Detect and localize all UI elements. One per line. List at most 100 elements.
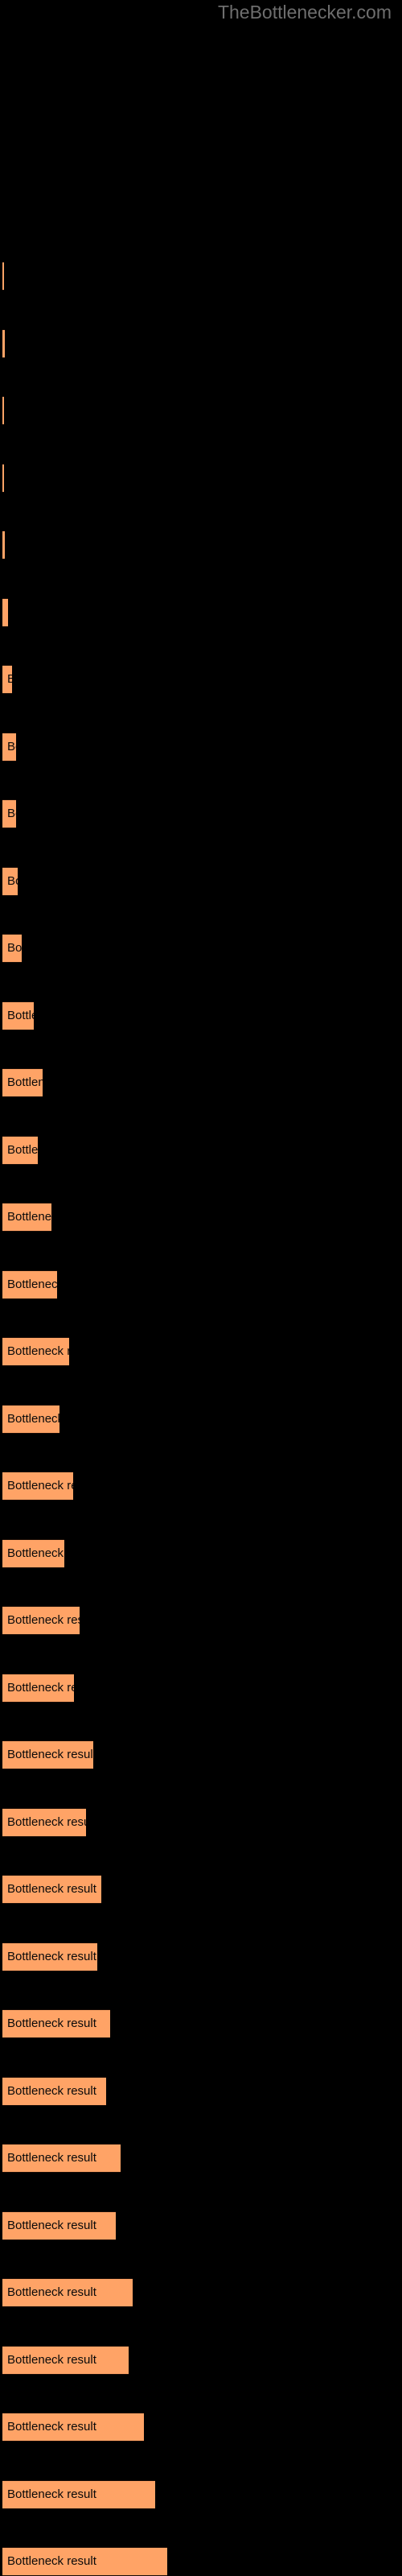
- bar-segment[interactable]: Bottleneck result: [2, 1068, 43, 1097]
- bar-row: Bottleneck result: [0, 1808, 402, 1837]
- bar-segment[interactable]: Bottleneck result: [2, 1136, 38, 1165]
- bar-row: Bottleneck result: [0, 1203, 402, 1232]
- bar-row: Bottleneck result: [0, 262, 402, 291]
- bar-segment[interactable]: Bottleneck result: [2, 1337, 69, 1366]
- bar-label: Bottleneck result: [7, 941, 22, 955]
- bar-segment[interactable]: Bottleneck result: [2, 799, 16, 828]
- bar-label: Bottleneck result: [7, 874, 18, 888]
- bar-row: Bottleneck result: [0, 2144, 402, 2173]
- bar-row: Bottleneck result: [0, 2211, 402, 2240]
- bar-segment[interactable]: Bottleneck result: [2, 2547, 167, 2576]
- bar-segment[interactable]: Bottleneck result: [2, 2144, 121, 2173]
- bar-segment[interactable]: Bottleneck result: [2, 1606, 80, 1635]
- bar-label: Bottleneck result: [7, 1681, 74, 1695]
- bar-row: Bottleneck result: [0, 1405, 402, 1434]
- bar-row: Bottleneck result: [0, 1606, 402, 1635]
- bar-label: Bottleneck result: [7, 1815, 86, 1829]
- bar-segment[interactable]: Bottleneck result: [2, 1405, 59, 1434]
- bar-segment[interactable]: Bottleneck result: [2, 1740, 93, 1769]
- bar-label: Bottleneck result: [7, 2420, 96, 2434]
- bar-row: Bottleneck result: [0, 1740, 402, 1769]
- bar-label: Bottleneck result: [7, 2084, 96, 2098]
- bar-row: Bottleneck result: [0, 1270, 402, 1299]
- bar-segment[interactable]: Bottleneck result: [2, 2413, 144, 2442]
- bar-segment[interactable]: Bottleneck result: [2, 1270, 57, 1299]
- bar-segment[interactable]: Bottleneck result: [2, 2009, 110, 2038]
- bar-row: Bottleneck result: [0, 2547, 402, 2576]
- bar-row: Bottleneck result: [0, 2278, 402, 2307]
- bar-row: Bottleneck result: [0, 1068, 402, 1097]
- bar-segment[interactable]: Bottleneck result: [2, 530, 5, 559]
- bar-row: Bottleneck result: [0, 1337, 402, 1366]
- bar-row: Bottleneck result: [0, 2077, 402, 2106]
- bar-label: Bottleneck result: [7, 807, 16, 820]
- bar-segment[interactable]: Bottleneck result: [2, 1942, 97, 1971]
- bar-label: Bottleneck result: [7, 1546, 64, 1560]
- bar-segment[interactable]: Bottleneck result: [2, 464, 4, 493]
- bar-segment[interactable]: Bottleneck result: [2, 1472, 73, 1501]
- bar-label: Bottleneck result: [7, 1210, 51, 1224]
- bar-row: Bottleneck result: [0, 1674, 402, 1703]
- bar-segment[interactable]: Bottleneck result: [2, 2480, 155, 2509]
- bar-row: Bottleneck result: [0, 329, 402, 358]
- bar-segment[interactable]: Bottleneck result: [2, 1539, 64, 1568]
- bar-segment[interactable]: Bottleneck result: [2, 1808, 86, 1837]
- bar-segment[interactable]: Bottleneck result: [2, 598, 8, 627]
- bar-segment[interactable]: Bottleneck result: [2, 867, 18, 896]
- bar-segment[interactable]: Bottleneck result: [2, 1674, 74, 1703]
- bar-label: Bottleneck result: [7, 2219, 96, 2232]
- bar-segment[interactable]: Bottleneck result: [2, 1203, 51, 1232]
- horizontal-bar-chart: Bottleneck result Bottleneck result Bottle…: [0, 0, 402, 2576]
- bar-segment[interactable]: Bottleneck result: [2, 934, 22, 963]
- bar-row: Bottleneck result: [0, 2346, 402, 2375]
- bar-label: Bottleneck result: [7, 2151, 96, 2165]
- bar-segment[interactable]: Bottleneck result: [2, 1875, 101, 1904]
- bar-row: Bottleneck result: [0, 396, 402, 425]
- bar-segment[interactable]: Bottleneck result: [2, 1001, 34, 1030]
- bar-row: Bottleneck result: [0, 867, 402, 896]
- bar-row: Bottleneck result: [0, 1539, 402, 1568]
- bar-row: Bottleneck result: [0, 2009, 402, 2038]
- bar-label: Bottleneck result: [7, 2285, 96, 2299]
- bar-row: Bottleneck result: [0, 1001, 402, 1030]
- bar-segment[interactable]: Bottleneck result: [2, 733, 16, 762]
- bar-row: Bottleneck result: [0, 2413, 402, 2442]
- bar-row: Bottleneck result: [0, 530, 402, 559]
- bar-label: Bottleneck result: [7, 1009, 34, 1022]
- bar-segment[interactable]: Bottleneck result: [2, 262, 4, 291]
- bar-segment[interactable]: Bottleneck result: [2, 2346, 129, 2375]
- bar-row: Bottleneck result: [0, 1942, 402, 1971]
- bar-row: Bottleneck result: [0, 1136, 402, 1165]
- bar-label: Bottleneck result: [7, 1143, 38, 1157]
- bar-label: Bottleneck result: [7, 1950, 96, 1963]
- bar-row: Bottleneck result: [0, 598, 402, 627]
- bar-label: Bottleneck result: [7, 2017, 96, 2030]
- bar-label: Bottleneck result: [7, 1278, 57, 1291]
- bar-label: Bottleneck result: [7, 599, 8, 626]
- bar-label: Bottleneck result: [7, 2554, 96, 2568]
- bar-segment[interactable]: Bottleneck result: [2, 665, 12, 694]
- bar-label: Bottleneck result: [7, 1479, 73, 1492]
- bar-segment[interactable]: Bottleneck result: [2, 2077, 106, 2106]
- bar-row: Bottleneck result: [0, 1875, 402, 1904]
- bar-label: Bottleneck result: [7, 1748, 93, 1761]
- bar-row: Bottleneck result: [0, 934, 402, 963]
- bar-label: Bottleneck result: [7, 1882, 96, 1896]
- chart-page: TheBottlenecker.com Bottleneck resultBot…: [0, 0, 402, 2576]
- bar-segment[interactable]: Bottleneck result: [2, 2211, 116, 2240]
- bar-label: Bottleneck result: [7, 1613, 80, 1627]
- bar-label: Bottleneck result: [7, 2353, 96, 2367]
- bar-segment[interactable]: Bottleneck result: [2, 2278, 133, 2307]
- bar-row: Bottleneck result: [0, 1472, 402, 1501]
- bar-label: Bottleneck result: [7, 1075, 43, 1089]
- bar-label: Bottleneck result: [7, 740, 16, 753]
- bar-segment[interactable]: Bottleneck result: [2, 329, 5, 358]
- bar-row: Bottleneck result: [0, 799, 402, 828]
- bar-label: Bottleneck result: [7, 2487, 96, 2501]
- bar-label: Bottleneck result: [7, 666, 12, 693]
- bar-label: Bottleneck result: [7, 1344, 69, 1358]
- bar-row: Bottleneck result: [0, 665, 402, 694]
- bar-row: Bottleneck result: [0, 2480, 402, 2509]
- bar-label: Bottleneck result: [7, 1412, 59, 1426]
- bar-segment[interactable]: Bottleneck result: [2, 396, 4, 425]
